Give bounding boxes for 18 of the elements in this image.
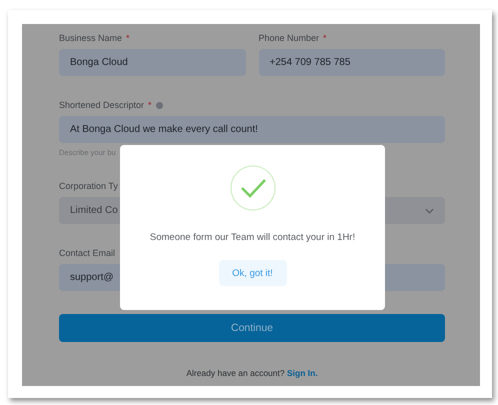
chevron-down-icon <box>425 208 434 214</box>
field-label: Shortened Descriptor <box>59 100 144 110</box>
required-mark: * <box>126 33 130 43</box>
dialog-message: Someone form our Team will contact your in 1Hr! <box>150 232 356 243</box>
sign-in-prompt: Already have an account? Sign In. <box>185 368 319 378</box>
info-icon[interactable] <box>156 102 163 108</box>
required-mark: * <box>148 100 152 110</box>
field-label: Phone Number <box>258 33 320 43</box>
field-label: Corporation Ty <box>59 181 118 191</box>
input-field[interactable]: At Bonga Cloud we make every call count! <box>59 116 445 143</box>
continue-button[interactable]: Continue <box>59 314 445 342</box>
input-field[interactable]: +254 709 785 785 <box>258 49 445 76</box>
checkmark-icon <box>230 165 276 211</box>
field-label: Contact Email <box>59 248 116 258</box>
input-field[interactable]: Bonga Cloud <box>59 49 246 76</box>
required-mark: * <box>323 33 327 43</box>
ok-button[interactable]: Ok, got it! <box>218 260 286 286</box>
field-label: Business Name <box>59 33 122 43</box>
